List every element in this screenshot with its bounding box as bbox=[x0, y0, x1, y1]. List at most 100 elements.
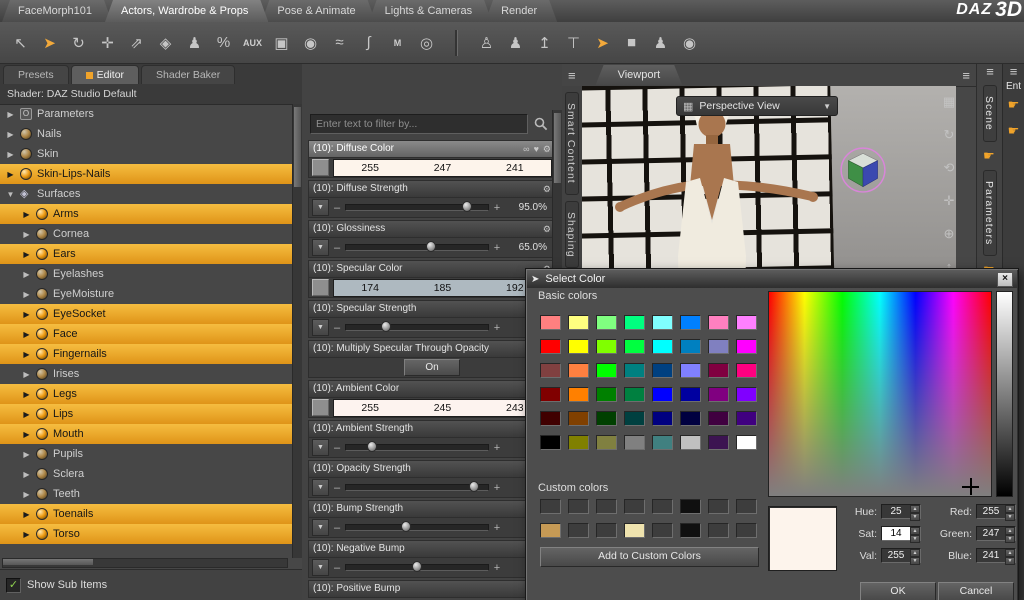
basic-color-swatch[interactable] bbox=[624, 363, 645, 378]
panel-tab-editor[interactable]: Editor bbox=[70, 65, 140, 84]
basic-color-swatch[interactable] bbox=[708, 315, 729, 330]
property-header[interactable]: (10): Diffuse Color ∞ ♥ ⚙ bbox=[308, 140, 556, 158]
slider-track[interactable] bbox=[345, 241, 489, 252]
custom-color-swatch[interactable] bbox=[652, 499, 673, 514]
tree-item-nails[interactable]: ▶ Nails bbox=[0, 124, 292, 144]
scale-tool[interactable]: ⇗ bbox=[123, 29, 150, 56]
red-value[interactable]: 255 bbox=[977, 505, 1005, 518]
spin-down-icon[interactable]: ▼ bbox=[910, 557, 920, 565]
slider-track[interactable] bbox=[345, 321, 489, 332]
tree-item-skin[interactable]: ▶ Skin bbox=[0, 144, 292, 164]
custom-color-swatch[interactable] bbox=[624, 523, 645, 538]
increment-button[interactable]: + bbox=[493, 442, 501, 454]
basic-color-swatch[interactable] bbox=[624, 315, 645, 330]
spin-down-icon[interactable]: ▼ bbox=[1005, 535, 1015, 543]
basic-color-swatch[interactable] bbox=[708, 435, 729, 450]
expand-arrow-icon[interactable]: ▶ bbox=[22, 390, 31, 399]
tree-item-surfaces[interactable]: ▼ ◈ Surfaces bbox=[0, 184, 292, 204]
basic-color-swatch[interactable] bbox=[596, 363, 617, 378]
expand-arrow-icon[interactable]: ▶ bbox=[22, 250, 31, 259]
val-input[interactable]: 255 ▲ ▼ bbox=[881, 548, 921, 565]
tree-item-arms[interactable]: ▶ Arms bbox=[0, 204, 292, 224]
tree-item-mouth[interactable]: ▶ Mouth bbox=[0, 424, 292, 444]
dock-menu-icon[interactable]: ≡ bbox=[980, 64, 1000, 79]
custom-color-swatch[interactable] bbox=[708, 499, 729, 514]
tree-item-ears[interactable]: ▶ Ears bbox=[0, 244, 292, 264]
spin-up-icon[interactable]: ▲ bbox=[1005, 549, 1015, 557]
basic-color-swatch[interactable] bbox=[596, 435, 617, 450]
slider-handle[interactable] bbox=[366, 441, 377, 452]
expand-arrow-icon[interactable]: ▶ bbox=[22, 350, 31, 359]
orbit-view-control[interactable]: ⟲ bbox=[944, 160, 955, 176]
slider-track[interactable] bbox=[345, 481, 489, 492]
close-icon[interactable]: × bbox=[997, 271, 1013, 287]
hand-icon[interactable]: ☛ bbox=[1008, 123, 1020, 139]
basic-color-swatch[interactable] bbox=[624, 339, 645, 354]
basic-color-swatch[interactable] bbox=[568, 411, 589, 426]
slider-handle[interactable] bbox=[468, 481, 479, 492]
color-value-field[interactable]: 174 185 192 bbox=[333, 278, 552, 297]
main-tab-render[interactable]: Render bbox=[485, 0, 557, 22]
tree-horizontal-scrollbar[interactable] bbox=[2, 558, 288, 568]
custom-color-swatch[interactable] bbox=[708, 523, 729, 538]
custom-color-swatch[interactable] bbox=[540, 523, 561, 538]
basic-color-swatch[interactable] bbox=[680, 387, 701, 402]
expand-arrow-icon[interactable]: ▶ bbox=[6, 150, 15, 159]
basic-color-swatch[interactable] bbox=[680, 315, 701, 330]
property-header[interactable]: (10): Ambient Strength⚙ bbox=[308, 420, 556, 438]
expand-arrow-icon[interactable]: ▶ bbox=[22, 410, 31, 419]
slider-value[interactable]: 95.0% bbox=[505, 202, 547, 213]
gear-icon[interactable]: ⚙ bbox=[543, 180, 551, 198]
panel-tab-presets[interactable]: Presets bbox=[3, 65, 69, 84]
expand-arrow-icon[interactable]: ▶ bbox=[22, 490, 31, 499]
blue-spinner[interactable]: ▲ ▼ bbox=[1005, 549, 1015, 565]
spin-down-icon[interactable]: ▼ bbox=[1005, 557, 1015, 565]
property-header[interactable]: (10): Multiply Specular Through Opacity⚙ bbox=[308, 340, 556, 358]
figure-selection-tool[interactable]: ♟ bbox=[181, 29, 208, 56]
gear-icon[interactable]: ⚙ bbox=[543, 140, 551, 158]
tree-item-cornea[interactable]: ▶ Cornea bbox=[0, 224, 292, 244]
increment-button[interactable]: + bbox=[493, 482, 501, 494]
viewport-options-icon[interactable]: ≡ bbox=[956, 68, 976, 83]
expand-arrow-icon[interactable]: ▶ bbox=[22, 310, 31, 319]
param-options-button[interactable]: ▼ bbox=[312, 439, 329, 456]
tree-item-skin-lips-nails[interactable]: ▶ Skin-Lips-Nails bbox=[0, 164, 292, 184]
slider-track[interactable] bbox=[345, 201, 489, 212]
basic-color-swatch[interactable] bbox=[568, 435, 589, 450]
basic-color-swatch[interactable] bbox=[652, 387, 673, 402]
property-header[interactable]: (10): Bump Strength⚙ bbox=[308, 500, 556, 518]
pan-view-control[interactable]: ✛ bbox=[944, 193, 955, 209]
basic-color-swatch[interactable] bbox=[736, 387, 757, 402]
expand-arrow-icon[interactable]: ▶ bbox=[22, 230, 31, 239]
increment-button[interactable]: + bbox=[493, 322, 501, 334]
decrement-button[interactable]: – bbox=[333, 322, 341, 334]
tree-item-eyelashes[interactable]: ▶ Eyelashes bbox=[0, 264, 292, 284]
property-header[interactable]: (10): Glossiness ⚙ bbox=[308, 220, 556, 238]
hue-saturation-field[interactable] bbox=[768, 291, 992, 497]
node-selection-tool[interactable]: ↖ bbox=[7, 29, 34, 56]
basic-color-swatch[interactable] bbox=[568, 387, 589, 402]
expand-arrow-icon[interactable]: ▶ bbox=[22, 510, 31, 519]
basic-color-swatch[interactable] bbox=[652, 339, 673, 354]
tree-vertical-scrollbar[interactable] bbox=[292, 104, 302, 558]
custom-color-swatch[interactable] bbox=[540, 499, 561, 514]
value-slider[interactable] bbox=[996, 291, 1013, 497]
basic-color-swatch[interactable] bbox=[568, 339, 589, 354]
spin-down-icon[interactable]: ▼ bbox=[910, 513, 920, 521]
basic-color-swatch[interactable] bbox=[652, 315, 673, 330]
red-input[interactable]: 255 ▲ ▼ bbox=[976, 504, 1016, 521]
sat-spinner[interactable]: ▲ ▼ bbox=[910, 527, 920, 543]
increment-button[interactable]: + bbox=[493, 242, 501, 254]
panel-menu-icon[interactable]: ≡ bbox=[562, 68, 582, 83]
ok-button[interactable]: OK bbox=[860, 582, 936, 600]
slider-handle[interactable] bbox=[412, 561, 422, 572]
basic-color-swatch[interactable] bbox=[652, 411, 673, 426]
decrement-button[interactable]: – bbox=[333, 482, 341, 494]
basic-color-swatch[interactable] bbox=[540, 411, 561, 426]
rotate-tool[interactable]: ↻ bbox=[65, 29, 92, 56]
slider-value[interactable]: 65.0% bbox=[505, 242, 547, 253]
spin-down-icon[interactable]: ▼ bbox=[910, 535, 920, 543]
property-header[interactable]: (10): Opacity Strength⚙ bbox=[308, 460, 556, 478]
side-tab-parameters[interactable]: Parameters bbox=[983, 169, 997, 257]
basic-color-swatch[interactable] bbox=[540, 339, 561, 354]
